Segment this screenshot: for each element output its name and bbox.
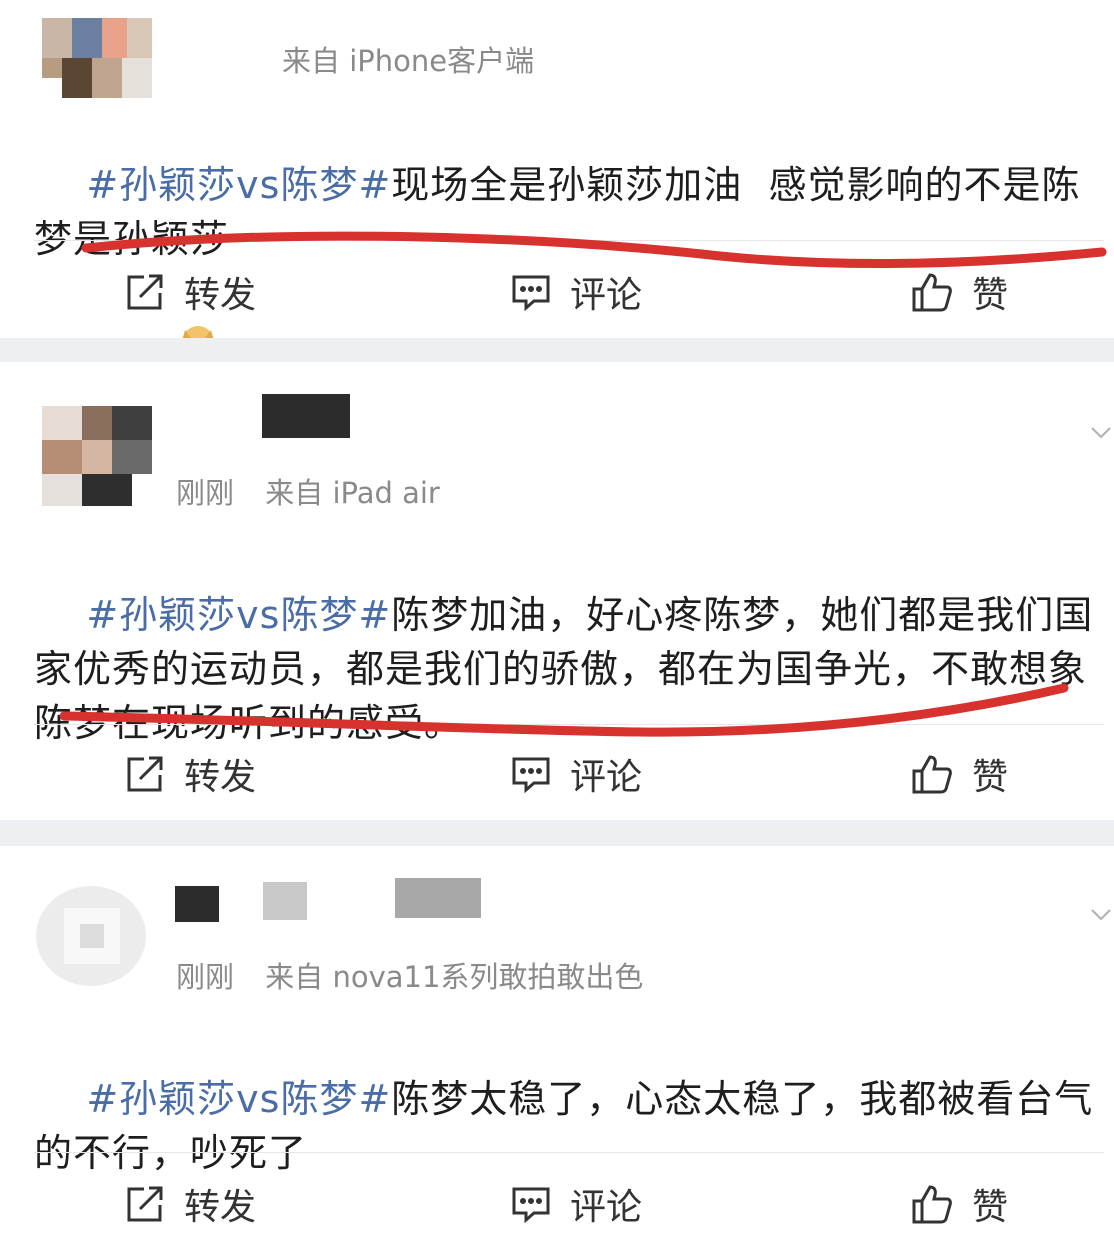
repost-button[interactable]: 转发	[124, 748, 256, 800]
comment-label: 评论	[570, 1187, 643, 1228]
repost-icon	[127, 274, 163, 310]
chevron-down-icon[interactable]	[1090, 422, 1112, 444]
like-icon	[912, 1185, 952, 1224]
chevron-down-icon[interactable]	[1090, 904, 1112, 926]
hashtag-link[interactable]: #孙颖莎vs陈梦#	[86, 593, 391, 637]
repost-label: 转发	[184, 275, 257, 316]
username-redacted[interactable]	[175, 886, 219, 922]
comment-icon	[512, 1187, 550, 1224]
post-meta: 来自 iPhone客户端	[176, 38, 556, 80]
post-source: 来自 nova11系列敢拍敢出色	[265, 960, 644, 994]
repost-button[interactable]: 转发	[124, 1178, 256, 1230]
like-icon	[912, 273, 952, 312]
username-redacted	[395, 878, 481, 918]
avatar[interactable]	[36, 886, 146, 986]
action-bar: 转发 评论 赞	[0, 1162, 1114, 1242]
comment-button[interactable]: 评论	[510, 266, 642, 318]
like-button[interactable]: 赞	[910, 748, 1008, 800]
repost-label: 转发	[184, 1187, 257, 1228]
post-card-1: 来自 iPhone客户端 #孙颖莎vs陈梦#现场全是孙颖莎加油 感觉影响的不是陈…	[0, 0, 1114, 358]
like-label: 赞	[972, 275, 1009, 316]
comment-button[interactable]: 评论	[510, 748, 642, 800]
comment-label: 评论	[570, 757, 643, 798]
comment-label: 评论	[570, 275, 643, 316]
action-bar: 转发 评论 赞	[0, 250, 1114, 330]
repost-icon	[127, 1186, 163, 1222]
comment-icon	[512, 275, 550, 312]
post-meta: 刚刚 来自 nova11系列敢拍敢出色	[176, 954, 665, 996]
post-card-3: 刚刚 来自 nova11系列敢拍敢出色 #孙颖莎vs陈梦#陈梦太稳了，心态太稳了…	[0, 846, 1114, 1242]
post-card-2: 刚刚 来自 iPad air #孙颖莎vs陈梦#陈梦加油，好心疼陈梦，她们都是我…	[0, 362, 1114, 820]
post-source: 来自 iPhone客户端	[282, 44, 535, 78]
like-button[interactable]: 赞	[910, 266, 1008, 318]
like-label: 赞	[972, 1187, 1009, 1228]
like-button[interactable]: 赞	[910, 1178, 1008, 1230]
like-label: 赞	[972, 757, 1009, 798]
hashtag-link[interactable]: #孙颖莎vs陈梦#	[86, 163, 391, 207]
username-redacted[interactable]	[262, 394, 350, 438]
repost-icon	[127, 756, 163, 792]
divider	[34, 240, 1104, 241]
username-redacted	[263, 882, 307, 920]
repost-button[interactable]: 转发	[124, 266, 256, 318]
comment-button[interactable]: 评论	[510, 1178, 642, 1230]
divider	[34, 724, 1104, 725]
repost-label: 转发	[184, 757, 257, 798]
divider	[34, 1152, 1104, 1153]
hashtag-link[interactable]: #孙颖莎vs陈梦#	[86, 1077, 391, 1121]
post-meta: 刚刚 来自 iPad air	[176, 470, 462, 512]
action-bar: 转发 评论 赞	[0, 734, 1114, 814]
avatar[interactable]	[42, 18, 152, 98]
post-source: 来自 iPad air	[265, 476, 440, 510]
post-time: 刚刚	[176, 960, 235, 994]
feed-separator	[0, 338, 1114, 362]
comment-icon	[512, 757, 550, 794]
feed-separator	[0, 820, 1114, 846]
post-time: 刚刚	[176, 476, 235, 510]
avatar[interactable]	[42, 406, 152, 506]
like-icon	[912, 755, 952, 794]
